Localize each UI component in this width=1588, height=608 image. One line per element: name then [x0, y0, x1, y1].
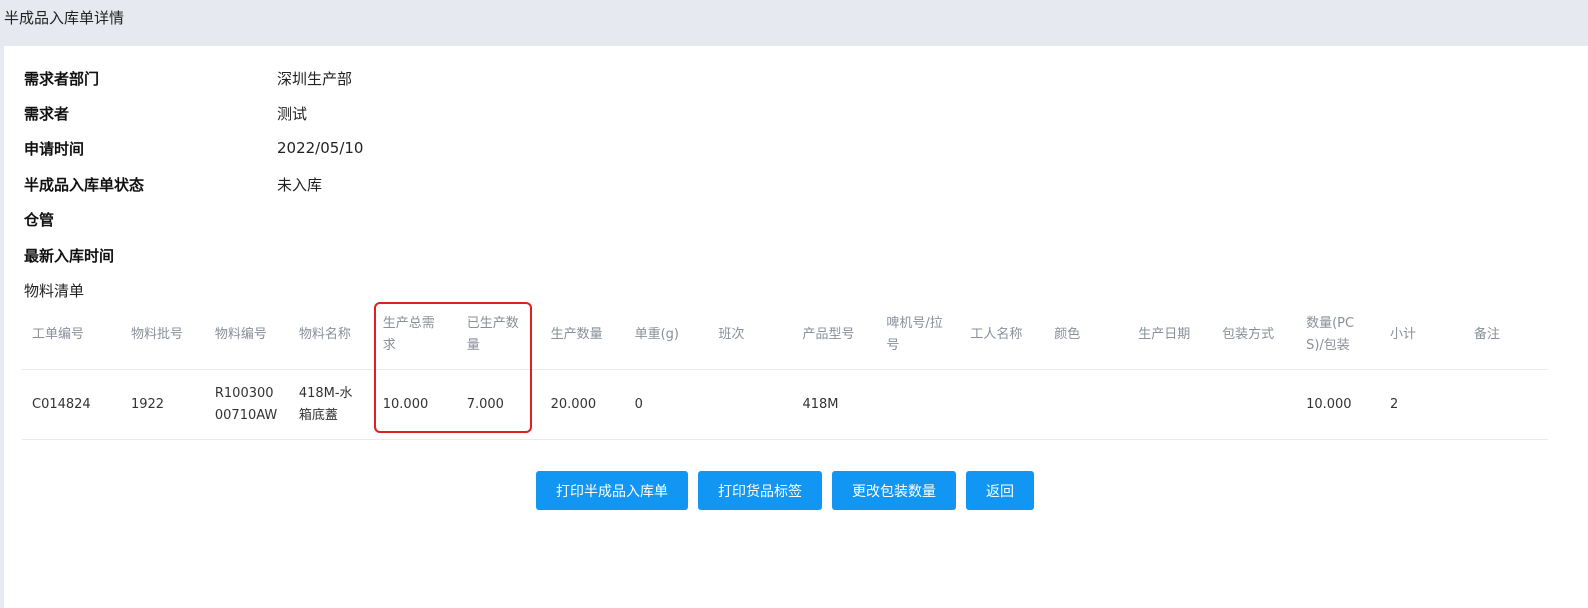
column-header: 物料名称	[298, 326, 351, 342]
info-label: 申请时间	[24, 139, 85, 158]
table-cell	[1212, 370, 1296, 439]
table-cell: C014824	[32, 396, 91, 412]
info-row-department: 需求者部门 深圳生产部	[24, 66, 352, 90]
column-header: 生产数量	[550, 326, 603, 342]
print-label-button[interactable]: 打印货品标签	[698, 471, 822, 510]
info-row-requester: 需求者 测试	[24, 101, 307, 125]
info-row-warehouse-keeper: 仓管	[24, 207, 277, 231]
table-cell: R10030000710AW	[214, 385, 278, 423]
column-header: 工人名称	[970, 326, 1023, 342]
change-pack-qty-button[interactable]: 更改包装数量	[832, 471, 956, 510]
print-receipt-button[interactable]: 打印半成品入库单	[536, 471, 688, 510]
info-value: 深圳生产部	[277, 69, 353, 88]
column-header: 包装方式	[1222, 326, 1275, 342]
materials-title: 物料清单	[24, 282, 85, 300]
column-header: 备注	[1473, 326, 1500, 342]
materials-table: 工单编号 物料批号 物料编号 物料名称 生产总需求 已生产数量 生产数量 单重(…	[22, 300, 1548, 440]
column-header: 颜色	[1054, 326, 1081, 342]
table-cell	[1128, 370, 1212, 439]
info-label: 最新入库时间	[24, 246, 115, 265]
table-row: C014824 1922 R10030000710AW 418M-水箱底蓋 10…	[22, 370, 1548, 440]
table-cell: 418M	[802, 396, 839, 412]
table-cell: 1922	[130, 396, 165, 412]
detail-panel: 需求者部门 深圳生产部 需求者 测试 申请时间 2022/05/10 半成品入库…	[4, 46, 1588, 608]
info-value: 2022/05/10	[277, 139, 364, 157]
column-header: 产品型号	[802, 326, 855, 342]
column-header: 单重(g)	[634, 326, 679, 342]
table-cell: 418M-水箱底蓋	[298, 385, 353, 423]
column-header: 生产日期	[1138, 326, 1191, 342]
table-cell: 7.000	[466, 396, 504, 412]
page-title: 半成品入库单详情	[4, 9, 125, 27]
table-cell: 0	[634, 396, 643, 412]
info-label: 仓管	[24, 210, 55, 229]
table-header-row: 工单编号 物料批号 物料编号 物料名称 生产总需求 已生产数量 生产数量 单重(…	[22, 300, 1548, 370]
info-label: 半成品入库单状态	[24, 175, 145, 194]
info-label: 需求者部门	[24, 69, 100, 88]
info-label: 需求者	[24, 104, 70, 123]
column-header: 班次	[718, 326, 745, 342]
column-header: 物料编号	[214, 326, 267, 342]
info-row-apply-time: 申请时间 2022/05/10	[24, 136, 363, 160]
table-cell	[876, 370, 960, 439]
column-header: 已生产数量	[466, 315, 519, 353]
table-cell: 2	[1390, 396, 1399, 412]
back-button[interactable]: 返回	[966, 471, 1034, 510]
column-header: 物料批号	[130, 326, 183, 342]
info-row-latest-storage-time: 最新入库时间	[24, 243, 277, 267]
table-cell	[709, 370, 793, 439]
table-cell	[960, 370, 1044, 439]
table-cell: 20.000	[550, 396, 597, 412]
table-cell	[1464, 370, 1548, 439]
status-value: 未入库	[277, 175, 323, 194]
action-bar: 打印半成品入库单 打印货品标签 更改包装数量 返回	[536, 471, 1034, 510]
info-value: 测试	[277, 104, 308, 123]
column-header: 工单编号	[32, 326, 85, 342]
column-header: 生产总需求	[382, 315, 435, 353]
column-header: 啤机号/拉号	[886, 315, 943, 353]
table-cell	[1044, 370, 1128, 439]
table-cell: 10.000	[382, 396, 429, 412]
table-cell: 10.000	[1306, 396, 1352, 412]
info-row-status: 半成品入库单状态 未入库	[24, 172, 322, 196]
column-header: 小计	[1390, 326, 1417, 342]
column-header: 数量(PCS)/包装	[1306, 315, 1355, 353]
